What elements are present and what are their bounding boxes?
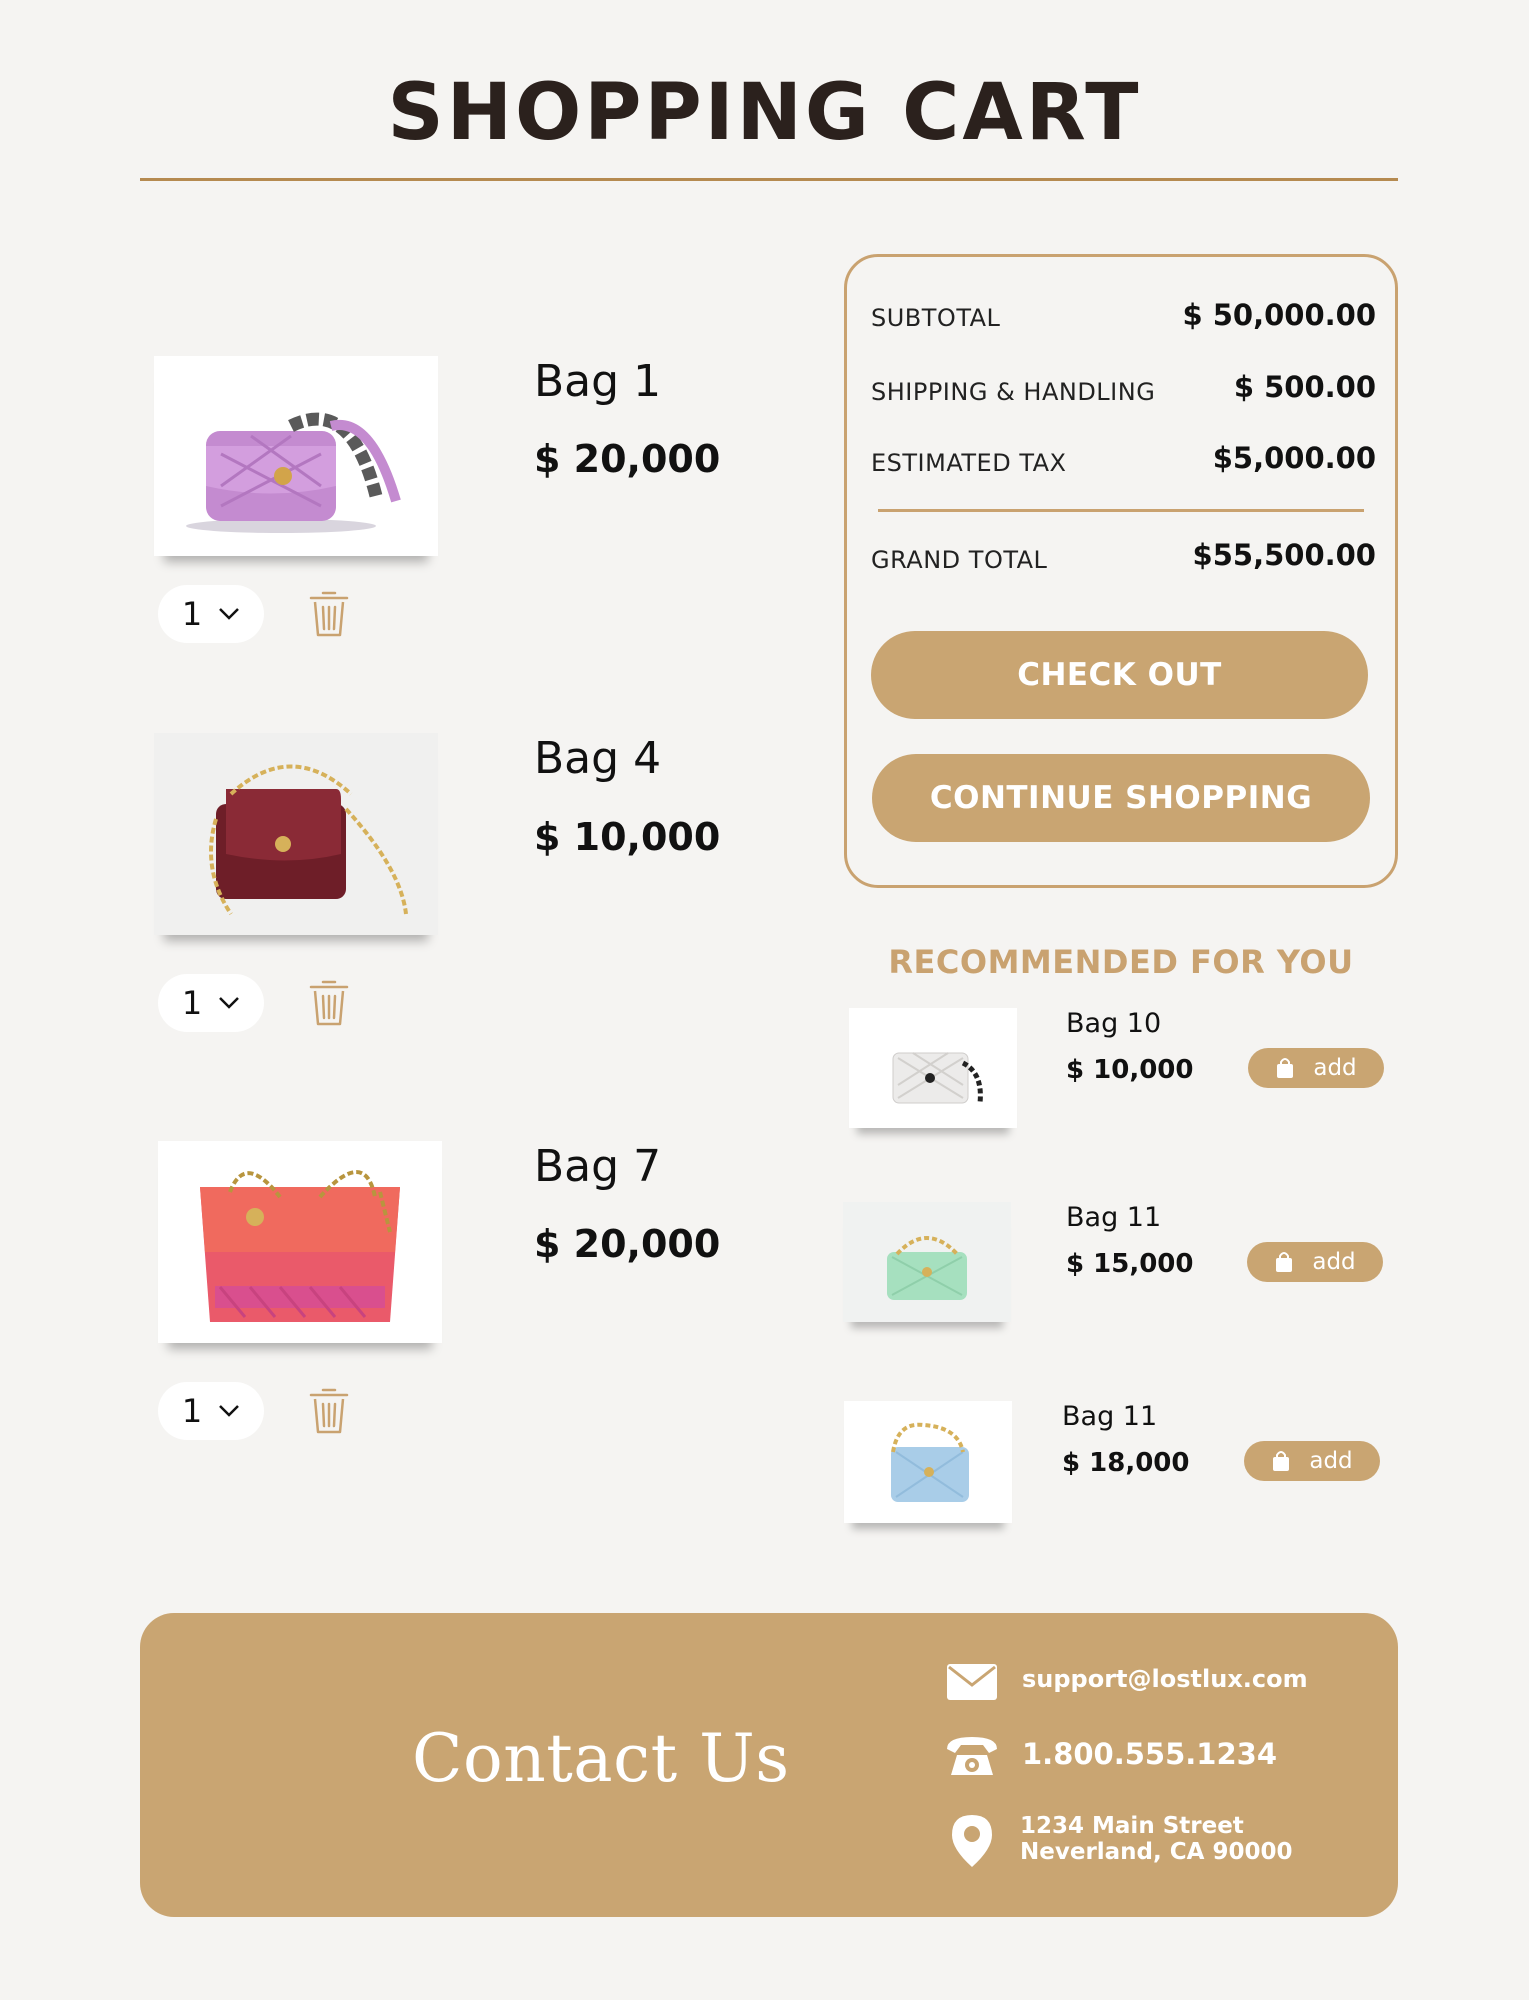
burgundy-tweed-bag-image [209, 764, 408, 916]
shipping-value: $ 500.00 [1233, 370, 1376, 404]
trash-icon[interactable] [307, 589, 351, 639]
cart-item-price: $ 20,000 [534, 437, 721, 481]
grand-total-value: $55,500.00 [1192, 538, 1376, 572]
continue-shopping-button[interactable]: CONTINUE SHOPPING [872, 754, 1370, 842]
phone-icon [947, 1737, 997, 1775]
chevron-down-icon [219, 1405, 240, 1417]
cart-item-name[interactable]: Bag 4 [534, 733, 661, 784]
quantity-value: 1 [181, 595, 203, 633]
add-button[interactable]: add [1247, 1242, 1383, 1282]
shopping-bag-icon [1277, 1058, 1294, 1078]
cart-item-name[interactable]: Bag 1 [534, 356, 661, 407]
contact-phone[interactable]: 1.800.555.1234 [1022, 1737, 1277, 1771]
grand-total-label: GRAND TOTAL [871, 546, 1048, 574]
red-tweed-tote-image [200, 1170, 400, 1322]
cart-item-image [158, 1141, 442, 1343]
add-button[interactable]: add [1244, 1441, 1380, 1481]
recommended-item-image[interactable] [843, 1202, 1011, 1322]
recommended-item-price: $ 15,000 [1066, 1249, 1194, 1279]
quantity-select[interactable]: 1 [158, 585, 264, 643]
recommended-item-image[interactable] [844, 1401, 1012, 1523]
contact-email[interactable]: support@lostlux.com [1022, 1665, 1308, 1693]
subtotal-label: SUBTOTAL [871, 304, 1001, 332]
summary-divider [878, 509, 1364, 512]
location-pin-icon [952, 1815, 992, 1867]
page-title: SHOPPING CART [387, 68, 1142, 158]
cart-item-name[interactable]: Bag 7 [534, 1141, 661, 1192]
recommended-item-price: $ 18,000 [1062, 1448, 1190, 1478]
cart-item-image [154, 733, 438, 935]
contact-title: Contact Us [412, 1720, 790, 1797]
tax-label: ESTIMATED TAX [871, 449, 1067, 477]
trash-icon[interactable] [307, 978, 351, 1028]
title-divider [140, 178, 1398, 181]
recommended-item-name[interactable]: Bag 10 [1066, 1008, 1161, 1039]
shopping-bag-icon [1276, 1252, 1293, 1272]
shopping-bag-icon [1273, 1451, 1290, 1471]
recommended-item-price: $ 10,000 [1066, 1055, 1194, 1085]
recommended-title: RECOMMENDED FOR YOU [888, 943, 1354, 981]
quantity-value: 1 [181, 984, 203, 1022]
mail-icon [947, 1664, 997, 1700]
add-label: add [1312, 1249, 1356, 1275]
add-label: add [1313, 1055, 1357, 1081]
subtotal-value: $ 50,000.00 [1182, 298, 1376, 332]
cart-item-image [154, 356, 438, 556]
quantity-select[interactable]: 1 [158, 974, 264, 1032]
pink-flap-bag-image [186, 412, 401, 533]
mint-quilted-bag-image [887, 1236, 967, 1300]
add-button[interactable]: add [1248, 1048, 1384, 1088]
address-line-2: Neverland, CA 90000 [1020, 1839, 1293, 1865]
blue-quilted-bag-image [891, 1422, 969, 1502]
checkout-button[interactable]: CHECK OUT [871, 631, 1368, 719]
cart-item-price: $ 10,000 [534, 815, 721, 859]
trash-icon[interactable] [307, 1386, 351, 1436]
tax-value: $5,000.00 [1212, 441, 1376, 475]
quantity-select[interactable]: 1 [158, 1382, 264, 1440]
chevron-down-icon [219, 608, 240, 620]
add-label: add [1309, 1448, 1353, 1474]
cart-item-price: $ 20,000 [534, 1222, 721, 1266]
recommended-item-name[interactable]: Bag 11 [1066, 1202, 1161, 1233]
chevron-down-icon [219, 997, 240, 1009]
quantity-value: 1 [181, 1392, 203, 1430]
contact-address: 1234 Main Street Neverland, CA 90000 [1020, 1813, 1292, 1865]
recommended-item-image[interactable] [849, 1008, 1017, 1128]
address-line-1: 1234 Main Street [1020, 1813, 1244, 1839]
white-quilted-bag-image [892, 1052, 983, 1104]
recommended-item-name[interactable]: Bag 11 [1062, 1401, 1157, 1432]
